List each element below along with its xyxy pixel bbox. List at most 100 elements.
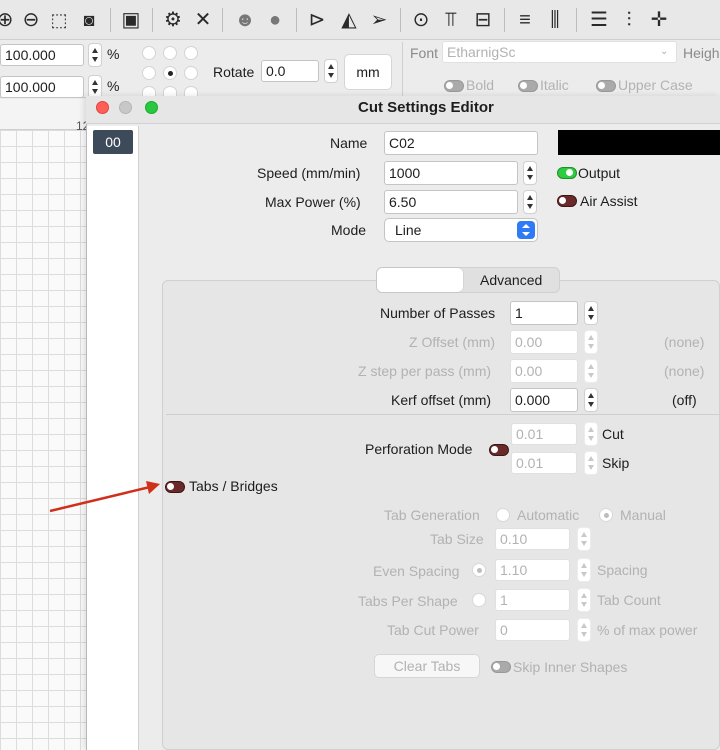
tabs-per-shape-radio[interactable] [472,593,486,607]
anchor-dot-selected[interactable] [163,66,177,80]
kerf-field[interactable]: 0.000 [510,388,578,412]
users-icon[interactable]: ☻ [232,7,258,33]
zoom-in-icon[interactable]: ⊕ [0,7,18,33]
user-icon[interactable]: ● [262,7,288,33]
distribute-icon[interactable]: ⊟ [470,7,496,33]
select-frame-icon[interactable]: ⬚ [46,7,72,33]
align-h-icon[interactable]: ≡ [512,7,538,33]
cut-length-field[interactable]: 0.01 [511,423,577,445]
align-v-icon[interactable]: ⫼ [542,7,568,33]
z-offset-field[interactable]: 0.00 [510,330,578,354]
name-field[interactable]: C02 [384,131,538,155]
tab-count-stepper[interactable] [577,588,591,612]
align-top-icon[interactable]: ⫪ [438,7,464,33]
max-power-stepper[interactable] [523,190,537,214]
tab-cut-power-stepper[interactable] [577,618,591,642]
manual-label: Manual [620,507,666,523]
bold-toggle[interactable] [444,80,464,92]
tab-advanced[interactable]: Advanced [480,272,542,288]
italic-toggle[interactable] [518,80,538,92]
rotate-label: Rotate [213,64,255,80]
italic-label: Italic [540,77,569,93]
rotate-field[interactable]: 0.0 [261,60,319,82]
skip-length-stepper[interactable] [584,451,598,475]
z-step-stepper[interactable] [584,359,598,383]
tools-icon[interactable]: ✕ [190,7,216,33]
z-step-field[interactable]: 0.00 [510,359,578,383]
width-stepper[interactable] [88,43,102,67]
rotate-stepper[interactable] [324,59,338,83]
clear-tabs-button[interactable]: Clear Tabs [374,654,480,678]
minimize-icon[interactable] [119,101,132,114]
z-offset-stepper[interactable] [584,330,598,354]
section-divider [166,414,720,415]
mirror-icon[interactable]: ◭ [336,7,362,33]
close-icon[interactable] [96,101,109,114]
skip-inner-toggle[interactable] [491,661,511,673]
width-field[interactable]: 100.000 [0,44,84,66]
tabs-bridges-toggle[interactable] [165,481,185,493]
tabs-bridges-label: Tabs / Bridges [189,478,278,494]
unit-button[interactable]: mm [344,54,392,90]
name-label: Name [330,135,368,151]
layout-icon[interactable]: ☰ [586,7,612,33]
font-select[interactable]: EtharnigSc [442,41,677,63]
skip-length-field[interactable]: 0.01 [511,452,577,474]
camera-icon[interactable]: ◙ [76,7,102,33]
max-power-label: Max Power (%) [265,194,361,210]
perforation-toggle[interactable] [489,444,509,456]
even-spacing-radio[interactable] [472,563,486,577]
settings-gear-icon[interactable]: ⚙ [160,7,186,33]
mode-select[interactable]: Line [384,218,538,242]
anchor-dot[interactable] [184,46,198,60]
zoom-icon[interactable] [145,101,158,114]
annotation-arrow [49,481,160,513]
monitor-icon[interactable]: ▣ [118,7,144,33]
tab-common[interactable] [377,268,463,292]
output-toggle[interactable] [557,167,577,179]
anchor-dot[interactable] [163,46,177,60]
toolbar-divider [152,8,153,32]
spacing-field[interactable]: 1.10 [495,559,570,581]
z-offset-label: Z Offset (mm) [409,334,496,350]
upper-case-toggle[interactable] [596,80,616,92]
canvas-grid[interactable] [0,130,86,750]
toolbar-divider [400,8,401,32]
toolbar-divider [110,8,111,32]
air-assist-label: Air Assist [580,193,638,209]
toolbar-divider [576,8,577,32]
paper-plane-icon[interactable]: ➢ [366,7,392,33]
passes-stepper[interactable] [584,301,598,325]
zoom-out-icon[interactable]: ⊖ [18,7,44,33]
height-percent-label: % [107,78,120,94]
kerf-stepper[interactable] [584,388,598,412]
cut-length-stepper[interactable] [584,422,598,446]
layer-list [87,126,139,750]
toolbar-divider [222,8,223,32]
crosshair-icon[interactable]: ✛ [646,7,672,33]
height-field[interactable]: 100.000 [0,76,84,98]
kerf-note: (off) [672,392,697,408]
tab-count-field[interactable]: 1 [495,589,570,611]
anchor-dot[interactable] [142,46,156,60]
manual-radio[interactable] [599,508,613,522]
passes-field[interactable]: 1 [510,301,578,325]
tab-size-field[interactable]: 0.10 [495,528,570,550]
align-center-icon[interactable]: ⫶ [616,7,642,33]
tab-size-stepper[interactable] [577,527,591,551]
layer-item[interactable]: 00 [93,130,133,154]
speed-label: Speed (mm/min) [257,165,361,181]
layer-color-swatch[interactable] [558,130,720,155]
automatic-radio[interactable] [496,508,510,522]
bold-label: Bold [466,77,495,93]
max-power-field[interactable]: 6.50 [384,190,518,214]
target-icon[interactable]: ⊙ [408,7,434,33]
anchor-dot[interactable] [184,66,198,80]
spacing-stepper[interactable] [577,558,591,582]
tab-cut-power-field[interactable]: 0 [495,619,570,641]
anchor-dot[interactable] [142,66,156,80]
air-assist-toggle[interactable] [557,195,577,207]
send-icon[interactable]: ⊳ [304,7,330,33]
speed-field[interactable]: 1000 [384,161,518,185]
speed-stepper[interactable] [523,161,537,185]
